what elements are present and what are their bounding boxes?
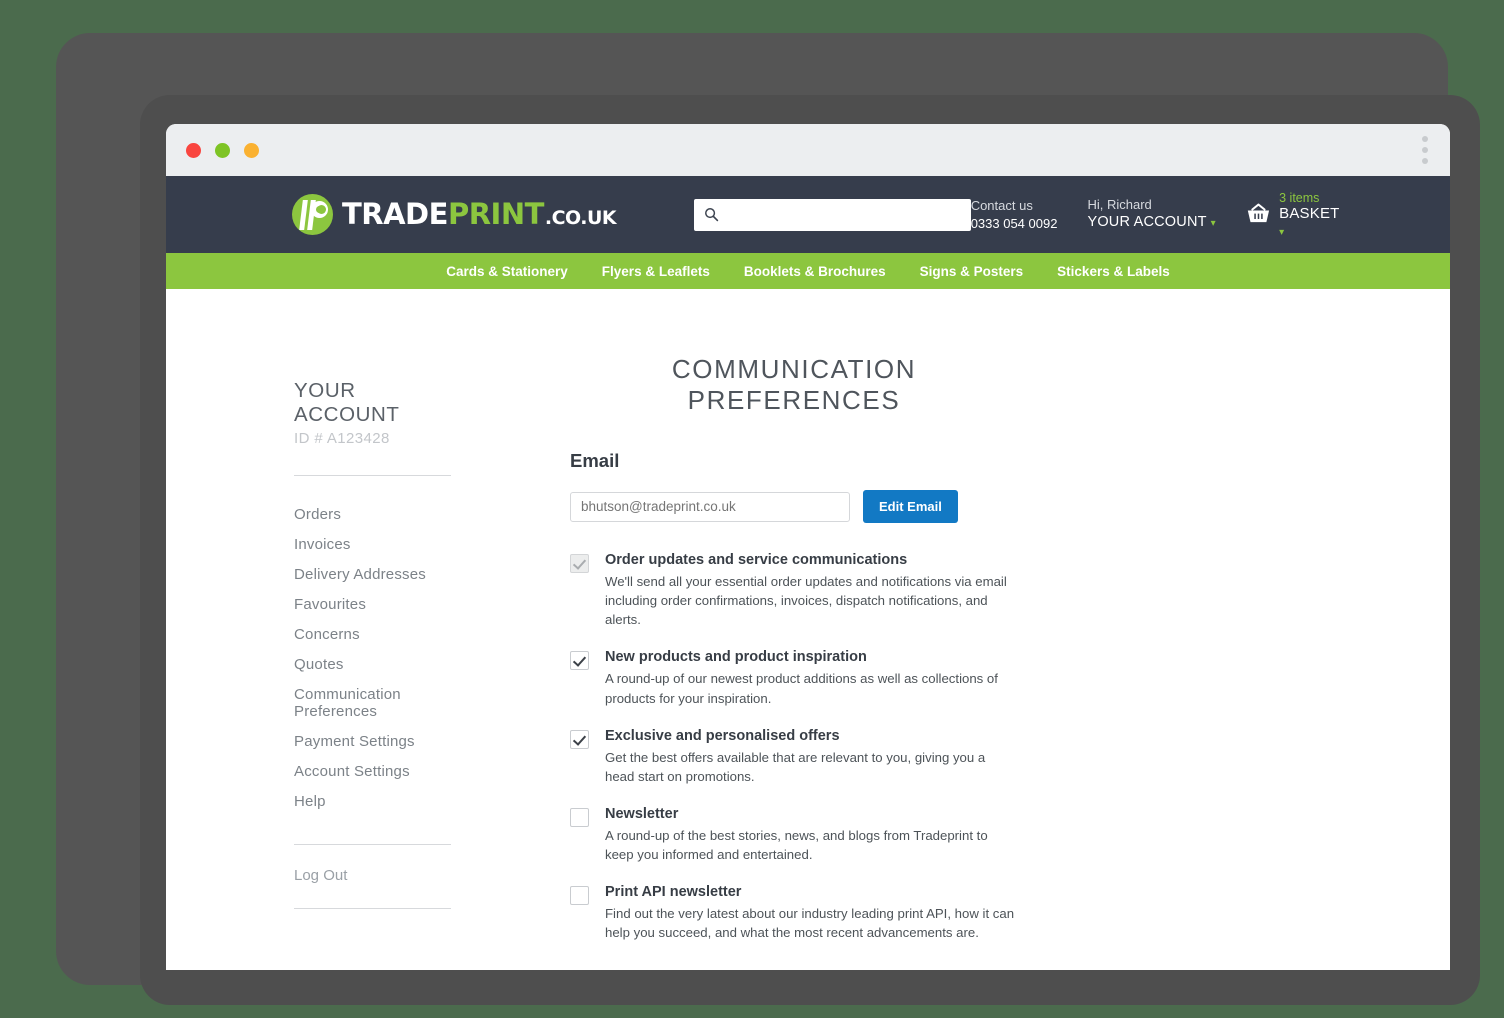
preference-item-new-products: New products and product inspiration A r…: [570, 649, 1390, 707]
basket-label: BASKET: [1279, 204, 1340, 222]
email-section-heading: Email: [570, 450, 620, 471]
sidebar-item-favourites[interactable]: Favourites: [294, 589, 451, 619]
tradeprint-logo-icon: [292, 194, 333, 235]
preference-description: Get the best offers available that are r…: [605, 749, 986, 784]
email-field[interactable]: [570, 491, 850, 522]
preference-description: A round-up of the best stories, news, an…: [605, 827, 988, 863]
nav-item-cards-stationery[interactable]: Cards & Stationery: [446, 264, 568, 279]
sidebar-item-account-settings[interactable]: Account Settings: [294, 756, 451, 786]
contact-us-phone: 0333 054 0092: [970, 215, 1058, 231]
basket-item-count: 3 items: [1279, 190, 1320, 205]
account-greeting: Hi, Richard: [1087, 196, 1152, 212]
kebab-dot: [1422, 136, 1428, 142]
site-logo[interactable]: TRADE PRINT .CO.UK: [292, 192, 617, 238]
logo-text-print: PRINT: [447, 197, 544, 231]
search-icon: [705, 208, 719, 222]
primary-nav: Cards & Stationery Flyers & Leaflets Boo…: [166, 253, 1450, 289]
sidebar-item-delivery-addresses[interactable]: Delivery Addresses: [294, 559, 451, 589]
preference-label: Print API newsletter: [605, 884, 742, 901]
site-header: TRADE PRINT .CO.UK Contact us 0333 054 009…: [166, 176, 1450, 253]
preference-label: Newsletter: [605, 805, 679, 822]
contact-us-label: Contact us: [970, 197, 1033, 213]
contact-us-block[interactable]: Contact us 0333 054 0092: [971, 197, 1058, 232]
sidebar-account-id: ID # A123428: [294, 430, 390, 447]
preference-text: New products and product inspiration A r…: [605, 649, 1390, 707]
email-edit-row: Edit Email: [570, 490, 1390, 523]
chevron-down-icon: ▾: [1210, 218, 1216, 230]
maximize-window-button[interactable]: [244, 142, 259, 158]
traffic-lights: [186, 142, 259, 158]
device-frame: TRADE PRINT .CO.UK Contact us 0333 054 009…: [56, 33, 1480, 1005]
sidebar-item-communication-preferences[interactable]: Communication Preferences: [294, 679, 451, 726]
sidebar-nav-list: Orders Invoices Delivery Addresses Favou…: [294, 499, 451, 816]
logo-wordmark: TRADE PRINT .CO.UK: [342, 197, 617, 231]
header-right-cluster: Contact us 0333 054 0092 Hi, Richard YOU…: [971, 191, 1342, 239]
preference-item-exclusive-offers: Exclusive and personalised offers Get th…: [570, 728, 1390, 786]
your-account-label: YOUR ACCOUNT: [1087, 214, 1207, 231]
sidebar-item-help[interactable]: Help: [294, 786, 451, 816]
checkbox-newsletter[interactable]: [570, 807, 589, 827]
page-body: YOUR ACCOUNT ID # A123428 Orders Invoice…: [166, 289, 1450, 970]
checkbox-print-api-newsletter[interactable]: [570, 886, 589, 906]
preference-label: Exclusive and personalised offers: [605, 727, 840, 744]
preference-item-newsletter: Newsletter A round-up of the best storie…: [570, 806, 1390, 864]
sidebar-divider-bottom: [294, 908, 451, 909]
sidebar-item-payment-settings[interactable]: Payment Settings: [294, 726, 451, 756]
chevron-down-icon: ▾: [1279, 226, 1285, 238]
minimize-window-button[interactable]: [215, 142, 230, 158]
kebab-dot: [1422, 158, 1428, 164]
basket-text: 3 items BASKET ▾: [1279, 191, 1342, 239]
search-bar[interactable]: [694, 198, 971, 231]
checkbox-order-updates: [570, 554, 589, 573]
basket-label-row: BASKET ▾: [1279, 205, 1342, 239]
your-account-menu[interactable]: Hi, Richard YOUR ACCOUNT ▾: [1087, 196, 1215, 233]
preference-label: New products and product inspiration: [605, 649, 867, 666]
sidebar-item-orders[interactable]: Orders: [294, 499, 451, 529]
preference-label: Order updates and service communications: [605, 552, 908, 568]
logo-text-trade: TRADE: [342, 197, 448, 231]
preference-text: Print API newsletter Find out the very l…: [605, 884, 1390, 942]
preference-description: Find out the very latest about our indus…: [605, 906, 1015, 941]
checkbox-exclusive-offers[interactable]: [570, 729, 589, 749]
basket-menu[interactable]: 3 items BASKET ▾: [1246, 191, 1342, 239]
sidebar-divider-top: [294, 475, 451, 476]
kebab-menu-icon[interactable]: [1422, 136, 1428, 164]
search-input[interactable]: [727, 206, 961, 223]
sidebar-item-log-out[interactable]: Log Out: [294, 867, 451, 884]
nav-item-flyers-leaflets[interactable]: Flyers & Leaflets: [602, 264, 710, 279]
browser-chrome-bar: [166, 124, 1450, 176]
preference-text: Order updates and service communications…: [605, 552, 1390, 629]
basket-icon: [1247, 203, 1269, 223]
account-label-row: YOUR ACCOUNT ▾: [1087, 213, 1215, 233]
nav-item-signs-posters[interactable]: Signs & Posters: [920, 264, 1024, 279]
nav-item-booklets-brochures[interactable]: Booklets & Brochures: [744, 264, 886, 279]
preference-text: Newsletter A round-up of the best storie…: [605, 806, 1390, 864]
main-content: COMMUNICATION PREFERENCES Email Edit Ema…: [451, 289, 1450, 970]
preference-item-print-api-newsletter: Print API newsletter Find out the very l…: [570, 884, 1390, 942]
sidebar-title: YOUR ACCOUNT: [294, 379, 400, 426]
logo-text-tld: .CO.UK: [544, 207, 617, 229]
account-sidebar: YOUR ACCOUNT ID # A123428 Orders Invoice…: [166, 289, 451, 970]
preference-description: A round-up of our newest product additio…: [605, 671, 998, 706]
preference-text: Exclusive and personalised offers Get th…: [605, 728, 1390, 786]
sidebar-item-concerns[interactable]: Concerns: [294, 619, 451, 649]
browser-window: TRADE PRINT .CO.UK Contact us 0333 054 009…: [166, 124, 1450, 970]
nav-item-stickers-labels[interactable]: Stickers & Labels: [1057, 264, 1170, 279]
checkbox-new-products[interactable]: [570, 651, 589, 671]
edit-email-button[interactable]: Edit Email: [863, 490, 958, 523]
preference-description: We'll send all your essential order upda…: [605, 574, 1007, 628]
sidebar-item-quotes[interactable]: Quotes: [294, 649, 451, 679]
kebab-dot: [1422, 147, 1428, 153]
sidebar-item-invoices[interactable]: Invoices: [294, 529, 451, 559]
sidebar-divider-mid: [294, 844, 451, 845]
close-window-button[interactable]: [186, 142, 201, 158]
page-title: COMMUNICATION PREFERENCES: [671, 354, 917, 415]
preference-item-order-updates: Order updates and service communications…: [570, 552, 1390, 629]
